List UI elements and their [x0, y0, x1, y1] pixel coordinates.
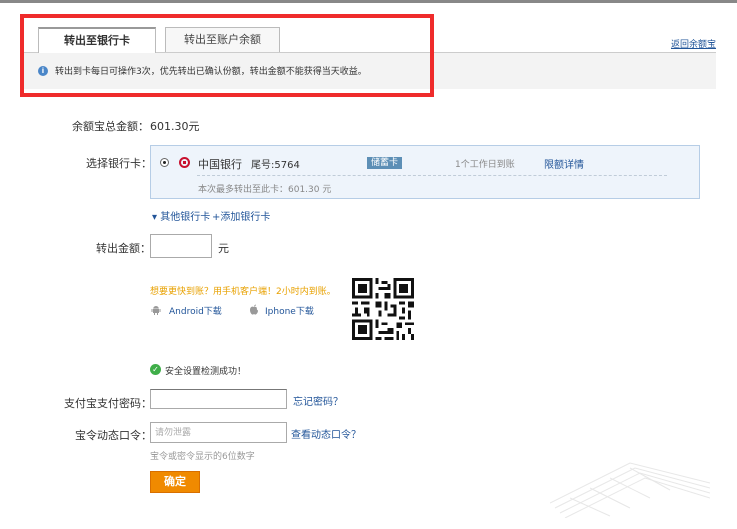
- iphone-download-link[interactable]: Iphone下载: [265, 304, 314, 317]
- android-download-link[interactable]: Android下载: [169, 304, 222, 317]
- otp-label: 宝令动态口令：: [75, 429, 152, 442]
- security-check-text: 安全设置检测成功！: [165, 367, 247, 377]
- android-icon: [151, 306, 161, 315]
- qr-code-icon: [352, 278, 414, 340]
- balance-label: 余额宝总金额：: [72, 120, 149, 133]
- add-card-link[interactable]: +添加银行卡: [212, 208, 270, 223]
- notice-bar: i 转出到卡每日可操作3次，优先转出已确认份额，转出金额不能获得当天收益。: [22, 53, 716, 89]
- bank-card-radio[interactable]: [160, 158, 169, 167]
- notice-text: 转出到卡每日可操作3次，优先转出已确认份额，转出金额不能获得当天收益。: [55, 67, 367, 77]
- view-otp-link[interactable]: 查看动态口令？: [291, 426, 361, 441]
- confirm-button[interactable]: 确定: [150, 471, 200, 493]
- otp-hint: 宝令或密令显示的6位数字: [150, 452, 255, 462]
- info-icon: i: [38, 66, 48, 76]
- balance-value: 601.30元: [150, 120, 200, 133]
- dashed-divider: [197, 175, 667, 176]
- password-label: 支付宝支付密码：: [64, 397, 152, 410]
- mobile-promo-text: 想要更快到账？用手机客户端！2小时内到账。: [150, 287, 336, 297]
- arrival-time: 1个工作日到账: [455, 160, 515, 170]
- bank-card-label: 选择银行卡：: [86, 157, 152, 170]
- card-tail-number: 尾号:5764: [251, 160, 300, 171]
- tab-bar: 转出至银行卡 转出至账户余额 返回余额宝 i 转出到卡每日可操作3次，优先转出已…: [22, 17, 716, 92]
- amount-unit: 元: [218, 242, 229, 255]
- apple-icon: [250, 304, 258, 315]
- bank-of-china-logo-icon: [179, 157, 190, 168]
- forgot-password-link[interactable]: 忘记密码？: [293, 393, 343, 408]
- other-cards-link[interactable]: ▾ 其他银行卡: [152, 208, 210, 223]
- top-border: [0, 0, 737, 3]
- amount-label: 转出金额：: [96, 242, 151, 255]
- bank-card-option[interactable]: 中国银行 尾号:5764 储蓄卡 1个工作日到账 限额详情 本次最多转出至此卡：…: [150, 145, 700, 199]
- return-link[interactable]: 返回余额宝: [671, 37, 716, 50]
- tab-transfer-to-balance[interactable]: 转出至账户余额: [165, 27, 280, 52]
- max-transfer-text: 本次最多转出至此卡：601.30 元: [198, 185, 332, 195]
- tab-transfer-to-card[interactable]: 转出至银行卡: [38, 27, 156, 53]
- check-success-icon: ✓: [150, 364, 161, 375]
- bank-name: 中国银行: [198, 158, 242, 171]
- card-type-badge: 储蓄卡: [367, 157, 403, 169]
- limit-details-link[interactable]: 限额详情: [544, 156, 584, 171]
- otp-input[interactable]: [150, 422, 287, 443]
- decorative-pattern: [550, 462, 710, 518]
- amount-input[interactable]: [150, 234, 212, 258]
- password-input[interactable]: [150, 389, 287, 409]
